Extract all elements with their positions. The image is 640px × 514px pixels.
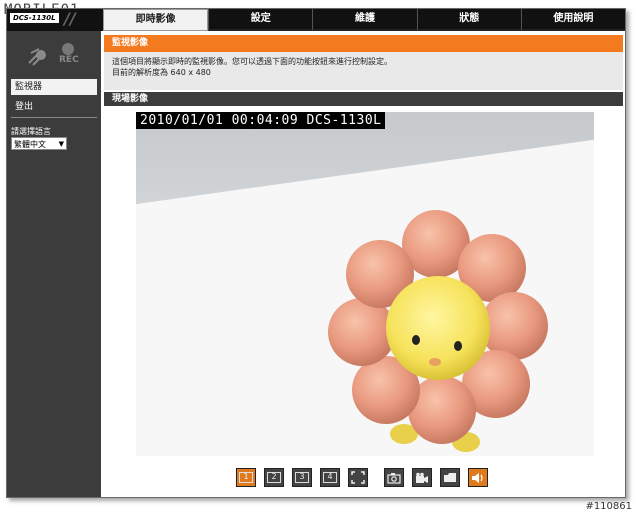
view-2-label: 2: [267, 472, 281, 483]
video-camera-icon: [416, 472, 428, 483]
view-4-label: 4: [323, 472, 337, 483]
camera-icon: [25, 45, 51, 67]
view-3-label: 3: [295, 472, 309, 483]
storage-folder-button[interactable]: [440, 468, 460, 487]
monitor-section-title: 監視影像: [104, 35, 623, 52]
main-content: 監視影像 這個項目將顯示即時的監視影像。您可以透過下面的功能按鈕來進行控制設定。…: [104, 35, 623, 106]
audio-button[interactable]: [468, 468, 488, 487]
rec-label: REC: [59, 55, 79, 65]
tab-setup[interactable]: 設定: [208, 9, 313, 31]
sidebar-item-logout[interactable]: 登出: [11, 99, 97, 115]
view-1-label: 1: [239, 472, 253, 483]
fullscreen-button[interactable]: [348, 468, 368, 487]
language-select[interactable]: 繁體中文 ▼: [11, 137, 67, 150]
snapshot-button[interactable]: [384, 468, 404, 487]
folder-icon: [444, 473, 456, 482]
view-2-button[interactable]: 2: [264, 468, 284, 487]
speaker-icon: [472, 473, 483, 483]
sidebar: REC 監視器 登出 請選擇語言 繁體中文 ▼: [7, 31, 101, 497]
view-1-button[interactable]: 1: [236, 468, 256, 487]
flower-doll-image: [328, 210, 548, 452]
logo: DCS-1130L //: [7, 9, 103, 31]
logo-slashes: //: [64, 9, 76, 28]
tab-status[interactable]: 狀態: [416, 9, 521, 31]
watermark-id: #110861: [585, 501, 632, 512]
top-tabs: 即時影像 設定 維護 狀態 使用說明: [103, 9, 626, 31]
sidebar-divider: [11, 117, 97, 118]
view-4-button[interactable]: 4: [320, 468, 340, 487]
tab-live-video[interactable]: 即時影像: [103, 9, 209, 31]
live-video-section-title: 現場影像: [104, 92, 623, 106]
camera-snapshot-icon: [387, 473, 401, 484]
chevron-down-icon: ▼: [58, 140, 64, 148]
language-label: 請選擇語言: [11, 127, 51, 136]
tab-help[interactable]: 使用說明: [520, 9, 626, 31]
description-line-2: 目前的解析度為 640 x 480: [112, 68, 211, 77]
language-value: 繁體中文: [14, 140, 46, 149]
video-timestamp-overlay: 2010/01/01 00:04:09 DCS-1130L: [136, 112, 386, 129]
model-label: DCS-1130L: [10, 13, 59, 23]
tab-maintenance[interactable]: 維護: [312, 9, 417, 31]
rec-indicator-icon: [62, 43, 74, 55]
fullscreen-icon: [351, 471, 365, 484]
record-button[interactable]: [412, 468, 432, 487]
view-3-button[interactable]: 3: [292, 468, 312, 487]
sidebar-item-monitor[interactable]: 監視器: [11, 79, 97, 95]
live-video-feed[interactable]: 2010/01/01 00:04:09 DCS-1130L: [136, 112, 594, 456]
description-line-1: 這個項目將顯示即時的監視影像。您可以透過下面的功能按鈕來進行控制設定。: [112, 57, 392, 66]
monitor-description: 這個項目將顯示即時的監視影像。您可以透過下面的功能按鈕來進行控制設定。 目前的解…: [104, 52, 623, 90]
